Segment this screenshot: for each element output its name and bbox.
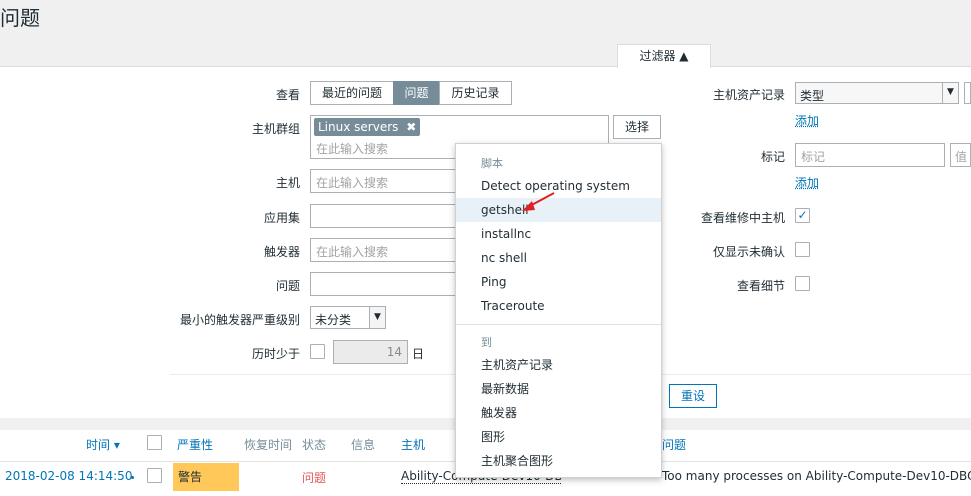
col-info: 信息 bbox=[351, 438, 376, 452]
problem-label: 问题 bbox=[275, 279, 300, 293]
inventory-add-link[interactable]: 添加 bbox=[795, 112, 819, 129]
col-time[interactable]: 时间 ▾ bbox=[86, 436, 120, 453]
view-recent-problems[interactable]: 最近的问题 bbox=[310, 81, 394, 105]
remove-tag-icon[interactable]: ✖ bbox=[406, 120, 416, 134]
row-checkbox[interactable] bbox=[147, 468, 162, 483]
host-label: 主机 bbox=[275, 176, 300, 190]
show-unack-label: 仅显示未确认 bbox=[712, 245, 785, 259]
page-header bbox=[0, 0, 971, 44]
age-unit: 日 bbox=[412, 347, 425, 361]
view-problems[interactable]: 问题 bbox=[393, 81, 440, 105]
chevron-down-icon: ▼ bbox=[369, 307, 385, 328]
row-problem-link[interactable]: Too many processes on Ability-Compute-De… bbox=[662, 469, 971, 483]
select-all-checkbox[interactable] bbox=[147, 435, 162, 450]
menu-item-host-inventory[interactable]: 主机资产记录 bbox=[456, 353, 661, 377]
tags-label: 标记 bbox=[760, 150, 785, 164]
age-label: 历时少于 bbox=[251, 347, 300, 361]
host-groups-label: 主机群组 bbox=[251, 122, 300, 136]
inventory-select[interactable]: 类型 ▼ bbox=[795, 82, 959, 104]
tag-value-placeholder: 值 bbox=[955, 150, 968, 164]
show-details-label: 查看细节 bbox=[736, 279, 785, 293]
min-severity-value: 未分类 bbox=[315, 313, 352, 327]
filter-tab[interactable]: 过滤器 ▲ bbox=[617, 44, 711, 68]
problem-input[interactable] bbox=[310, 272, 460, 296]
col-host[interactable]: 主机 bbox=[401, 436, 425, 453]
application-label: 应用集 bbox=[263, 211, 300, 225]
age-checkbox[interactable] bbox=[310, 344, 325, 359]
col-problem[interactable]: 问题 bbox=[662, 436, 686, 453]
show-details-checkbox[interactable] bbox=[795, 276, 810, 291]
goto-header: 到 bbox=[481, 336, 492, 349]
row-time-link[interactable]: 2018-02-08 14:14:50 bbox=[5, 469, 132, 483]
severity-badge: 警告 bbox=[173, 463, 239, 491]
menu-item-nc-shell[interactable]: nc shell bbox=[456, 246, 661, 270]
menu-item-triggers[interactable]: 触发器 bbox=[456, 401, 661, 425]
tags-add-link[interactable]: 添加 bbox=[795, 174, 819, 191]
annotation-arrow-icon bbox=[522, 192, 555, 211]
menu-separator bbox=[456, 324, 661, 325]
timeline-dot bbox=[131, 476, 134, 479]
host-placeholder: 在此输入搜索 bbox=[316, 176, 389, 190]
application-input[interactable] bbox=[310, 204, 460, 228]
menu-item-traceroute[interactable]: Traceroute bbox=[456, 294, 661, 318]
menu-item-ping[interactable]: Ping bbox=[456, 270, 661, 294]
page-title: 问题 bbox=[0, 6, 40, 30]
menu-item-detect-os[interactable]: Detect operating system bbox=[456, 174, 661, 198]
inventory-value: 类型 bbox=[800, 89, 825, 103]
tag-name-placeholder: 标记 bbox=[801, 150, 826, 164]
menu-item-getshell[interactable]: getshell bbox=[456, 198, 661, 222]
menu-item-latest-data[interactable]: 最新数据 bbox=[456, 377, 661, 401]
menu-item-screens[interactable]: 主机聚合图形 bbox=[456, 449, 661, 473]
scripts-header: 脚本 bbox=[481, 157, 503, 170]
view-history[interactable]: 历史记录 bbox=[439, 81, 512, 105]
age-days-input[interactable]: 14 bbox=[333, 340, 408, 364]
host-context-menu: 脚本 Detect operating system getshell inst… bbox=[455, 143, 662, 478]
trigger-placeholder: 在此输入搜索 bbox=[316, 245, 389, 259]
show-maintenance-label: 查看维修中主机 bbox=[700, 211, 785, 225]
inventory-label: 主机资产记录 bbox=[712, 88, 785, 102]
menu-item-graphs[interactable]: 图形 bbox=[456, 425, 661, 449]
select-host-groups-button[interactable]: 选择 bbox=[613, 115, 661, 139]
col-severity[interactable]: 严重性 bbox=[177, 436, 213, 453]
show-maintenance-checkbox[interactable]: ✓ bbox=[795, 208, 810, 223]
inventory-value-input[interactable] bbox=[964, 82, 971, 104]
show-unack-checkbox[interactable] bbox=[795, 242, 810, 257]
reset-button[interactable]: 重设 bbox=[669, 384, 717, 408]
menu-item-installnc[interactable]: installnc bbox=[456, 222, 661, 246]
trigger-label: 触发器 bbox=[263, 245, 300, 259]
view-label: 查看 bbox=[275, 88, 300, 102]
col-recovery: 恢复时间 bbox=[244, 438, 293, 452]
min-severity-select[interactable]: 未分类 ▼ bbox=[310, 306, 386, 329]
chevron-down-icon: ▼ bbox=[942, 83, 958, 103]
row-status: 问题 bbox=[302, 471, 327, 485]
col-status: 状态 bbox=[302, 438, 327, 452]
filter-tab-bar bbox=[0, 44, 971, 67]
host-group-tag: Linux servers ✖ bbox=[314, 118, 421, 136]
host-groups-search[interactable]: 在此输入搜索 bbox=[316, 140, 388, 157]
host-group-tag-label: Linux servers bbox=[318, 120, 399, 134]
min-severity-label: 最小的触发器严重级别 bbox=[179, 313, 300, 327]
